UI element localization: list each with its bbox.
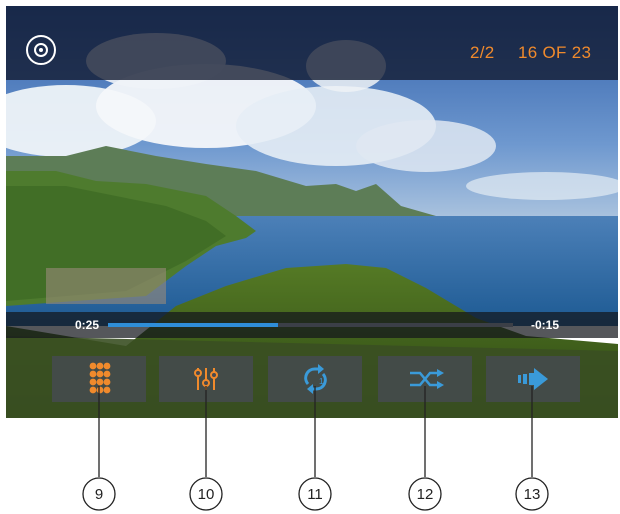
- shuffle-button[interactable]: [378, 356, 472, 402]
- elapsed-time: 0:25: [75, 318, 100, 332]
- disc-icon[interactable]: [26, 35, 56, 65]
- control-button-row: 1: [6, 356, 618, 402]
- keypad-button[interactable]: [52, 356, 146, 402]
- callout-10: 10: [198, 486, 215, 503]
- top-bar: 2/2 16 OF 23: [6, 6, 618, 80]
- keypad-icon: [89, 362, 111, 394]
- remaining-time: -0:15: [531, 318, 560, 332]
- track-count: 2/2: [470, 43, 495, 62]
- item-count: 16 OF 23: [518, 43, 592, 62]
- progress-track[interactable]: [108, 323, 513, 327]
- equalizer-button[interactable]: [159, 356, 253, 402]
- callout-12: 12: [417, 486, 434, 503]
- next-button[interactable]: [486, 356, 580, 402]
- media-player-screen: 2/2 16 OF 23 0:25 -0:15 1: [6, 6, 618, 418]
- shuffle-icon: [410, 369, 444, 389]
- repeat-button[interactable]: 1: [268, 356, 362, 402]
- callout-9: 9: [95, 486, 103, 503]
- next-arrow-icon: [518, 368, 548, 390]
- callout-11: 11: [307, 486, 323, 503]
- progress-bar-area: 0:25 -0:15: [6, 312, 618, 338]
- svg-text:1: 1: [319, 377, 324, 386]
- progress-fill: [108, 323, 279, 327]
- equalizer-icon: [194, 368, 218, 390]
- repeat-icon: 1: [304, 364, 327, 394]
- callout-13: 13: [524, 486, 541, 503]
